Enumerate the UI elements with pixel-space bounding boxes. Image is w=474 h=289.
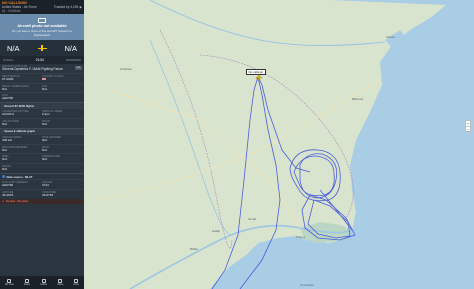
zoom-control: + − bbox=[465, 120, 471, 132]
ias-row: INDICATED AIRSPEED N/A MACH N/A bbox=[0, 143, 84, 154]
chevron-right-icon: › bbox=[2, 129, 3, 133]
toolbar-follow[interactable]: Follow bbox=[40, 279, 47, 286]
wind: N/A bbox=[2, 157, 8, 162]
photo-subtitle: Do you have a photo of this aircraft? Up… bbox=[12, 28, 72, 37]
city-label: Brăila bbox=[190, 247, 198, 251]
us-flag-icon bbox=[42, 77, 46, 81]
bottom-toolbar: 3D View Route Follow Share More bbox=[0, 276, 84, 289]
data-source-icon bbox=[2, 175, 5, 179]
tracked-by: Tracked by 4,249 ◉ bbox=[53, 5, 82, 9]
registration-row: REGISTRATION 87-0005 COUNTRY OF REG. bbox=[0, 72, 84, 83]
alert-text: Squawk · Boundary bbox=[5, 199, 29, 203]
alert-icon: ⚠ bbox=[2, 199, 5, 203]
time-right-label: ESTIMATED bbox=[66, 58, 81, 62]
plane-icon bbox=[37, 45, 47, 51]
wind-row: WIND N/A TEMPERATURE N/A bbox=[0, 153, 84, 163]
time-left-label: ACTUAL bbox=[3, 58, 14, 62]
time-bar: ACTUAL 01:54 ESTIMATED bbox=[0, 56, 84, 64]
city-label: Odesa bbox=[386, 35, 395, 39]
icao-row: ICAO AE0798 bbox=[0, 92, 84, 102]
section-title: Record 87-0005 flights bbox=[4, 103, 35, 108]
zoom-out-button[interactable]: − bbox=[466, 127, 470, 132]
icao-squawk-row: ICAO 24-BIT ADDRESS AE0798 SQUAWK 3724 bbox=[0, 179, 84, 189]
route-bar: N/A N/A bbox=[0, 40, 84, 56]
age: N/A bbox=[42, 86, 48, 91]
more-icon bbox=[74, 279, 79, 283]
aircraft-type: General Dynamics F-16AM Fighting Falcon bbox=[2, 67, 64, 71]
origin-airport[interactable]: N/A bbox=[7, 44, 20, 53]
fir-row: FIR/UIR N/A bbox=[0, 163, 84, 173]
follow-icon bbox=[41, 279, 46, 283]
section-title: Speed & altitude graph bbox=[4, 129, 35, 134]
ias: N/A bbox=[2, 147, 8, 152]
flight-info-panel: NO CALLSIGN United States - Air Force Tr… bbox=[0, 0, 84, 289]
route-icon bbox=[24, 279, 29, 283]
time-left: 01:54 bbox=[35, 58, 44, 62]
section-title: Data source - MLAT bbox=[6, 174, 33, 179]
toolbar-share[interactable]: Share bbox=[57, 279, 63, 286]
temp: N/A bbox=[42, 157, 48, 162]
icao: AE0798 bbox=[2, 96, 14, 101]
speed-row: GROUND SPEED 448 kts TRUE AIRSPEED N/A bbox=[0, 133, 84, 144]
alert-row[interactable]: ⚠ Squawk · Boundary bbox=[0, 198, 84, 204]
city-label: Tulcea bbox=[296, 235, 305, 239]
gps-alt: N/A bbox=[2, 122, 8, 127]
coords-row: LATITUDE 45.4876 LONGITUDE 28.9763 bbox=[0, 188, 84, 199]
city-label: Izmail bbox=[248, 217, 256, 221]
toolbar-3d-view[interactable]: 3D View bbox=[5, 279, 14, 286]
serial-row: SERIAL NUMBER (MSN) N/A AGE N/A bbox=[0, 82, 84, 93]
lat: 45.4876 bbox=[2, 192, 14, 197]
lon: 28.9763 bbox=[42, 192, 54, 197]
aircraft-photo-placeholder[interactable]: Aircraft photo not available Do you have… bbox=[0, 14, 84, 40]
cal-alt: 20,000 ft bbox=[2, 112, 15, 117]
city-label: Galați bbox=[212, 229, 220, 233]
toolbar-route[interactable]: Route bbox=[24, 279, 30, 286]
city-label: Chișinău bbox=[120, 67, 132, 71]
city-label: Constanța bbox=[300, 283, 314, 287]
camera-icon bbox=[38, 17, 46, 23]
gps-row: GPS ALTITUDE N/A TRACK N/A bbox=[0, 118, 84, 128]
mach: N/A bbox=[42, 147, 48, 152]
city-label: Bilhorod bbox=[352, 97, 363, 101]
track: N/A bbox=[42, 122, 48, 127]
altitude-row: CALIBRATED ALTITUDE 20,000 ft VERTICAL S… bbox=[0, 108, 84, 118]
toolbar-more[interactable]: More bbox=[74, 279, 79, 286]
photo-title: Aircraft photo not available bbox=[17, 23, 67, 28]
cube-icon bbox=[7, 279, 12, 283]
gs: 448 kts bbox=[2, 137, 12, 142]
flight-number: #1 · 0/c/bbdc bbox=[2, 9, 21, 13]
aircraft-type-row[interactable]: AIRCRAFT TYPE (F16) General Dynamics F-1… bbox=[0, 64, 84, 73]
destination-airport[interactable]: N/A bbox=[64, 44, 77, 53]
squawk: 3724 bbox=[42, 183, 49, 188]
aircraft-callout[interactable]: No callsign bbox=[246, 69, 266, 75]
serial: N/A bbox=[2, 86, 8, 91]
vs: 0 fpm bbox=[42, 112, 50, 117]
aircraft-badge: F16 bbox=[75, 66, 82, 70]
share-icon bbox=[58, 279, 63, 283]
tas: N/A bbox=[42, 137, 48, 142]
icao2: AE0798 bbox=[2, 183, 14, 188]
panel-header: NO CALLSIGN United States - Air Force Tr… bbox=[0, 0, 84, 14]
fir: N/A bbox=[2, 167, 8, 172]
registration[interactable]: 87-0005 bbox=[2, 77, 42, 82]
chevron-right-icon: › bbox=[2, 104, 3, 108]
